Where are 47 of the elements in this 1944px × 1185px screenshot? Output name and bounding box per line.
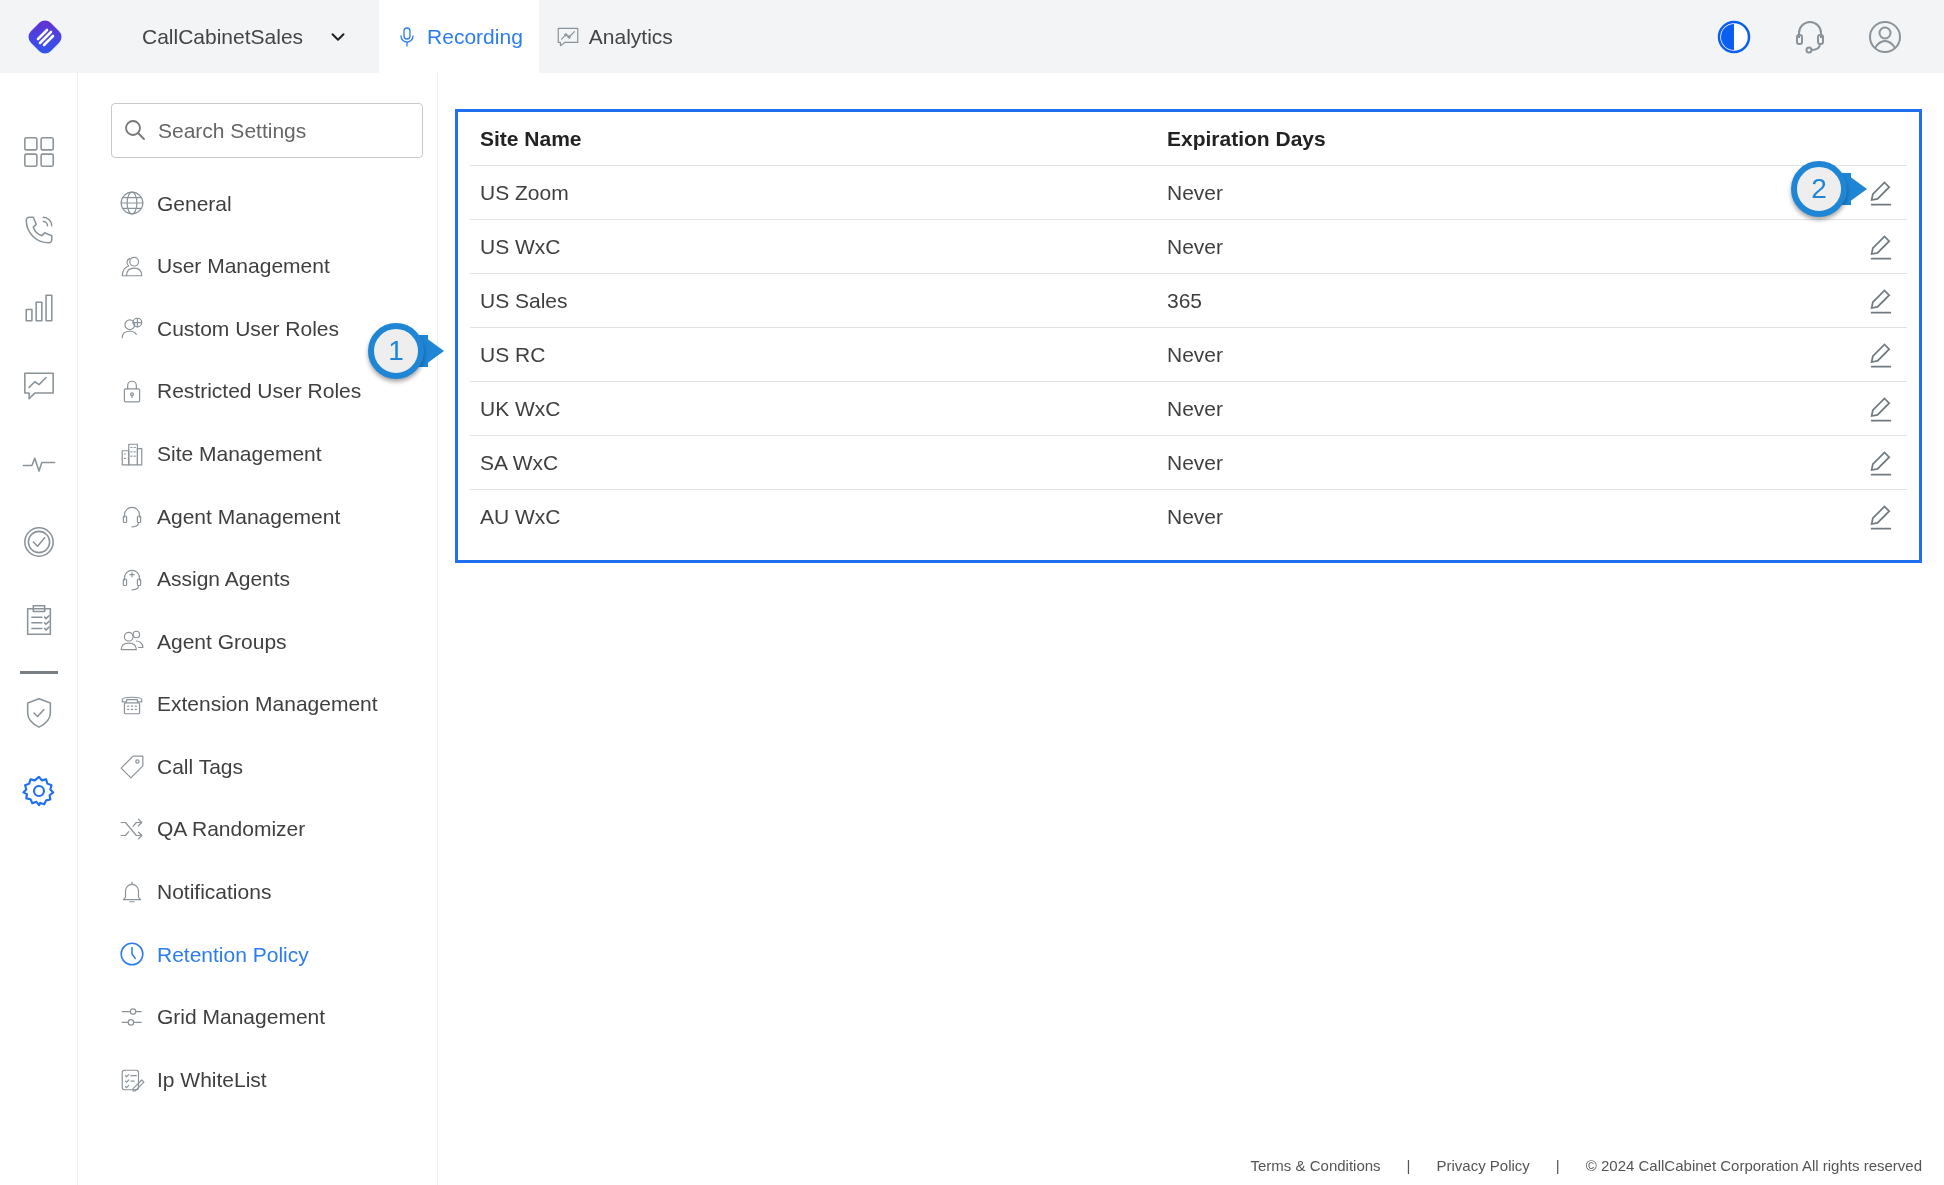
search-icon (123, 118, 147, 142)
separator: | (1406, 1155, 1411, 1176)
settings-menu-item[interactable]: Agent Groups (111, 610, 293, 673)
settings-menu-item[interactable]: Ip WhiteList (111, 1048, 273, 1111)
settings-menu-item[interactable]: Agent Management (111, 484, 347, 548)
column-header: Expiration Days (1167, 125, 1326, 152)
table-cell-text: Never (1167, 395, 1224, 422)
settings-menu-item[interactable]: Site Management (111, 422, 328, 485)
table-cell-text: 365 (1167, 287, 1203, 314)
workspace-dropdown[interactable]: CallCabinetSales (142, 20, 350, 53)
nav-tab[interactable]: Recording (379, 0, 539, 73)
table-cell-text: US RC (479, 341, 547, 368)
table-cell-text: Never (1167, 449, 1224, 476)
search-field[interactable]: Search Settings (111, 103, 423, 158)
settings-menu-item[interactable]: Notifications (111, 860, 278, 924)
table-cell-text: Never (1167, 179, 1224, 206)
settings-menu-item[interactable]: QA Randomizer (111, 797, 312, 861)
table-cell-text: SA WxC (479, 449, 560, 476)
table-cell-text: Never (1167, 504, 1224, 531)
footer-link[interactable]: Privacy Policy (1436, 1154, 1530, 1177)
clock-icon (119, 941, 145, 968)
table-cell-text: US Sales (479, 287, 569, 314)
settings-menu-item[interactable]: Custom User Roles (111, 297, 346, 360)
table-cell-text: US Zoom (479, 179, 570, 206)
table-cell-text: Never (1167, 341, 1224, 368)
copyright-text: © 2024 CallCabinet Corporation All rights reserved (1585, 1155, 1922, 1176)
user-avatar-icon[interactable] (1868, 19, 1902, 54)
table-cell-text: US WxC (479, 233, 562, 260)
column-header: Site Name (479, 125, 583, 152)
globe-icon (119, 190, 145, 217)
headset-icon[interactable] (1794, 18, 1826, 55)
table-cell-text: AU WxC (479, 504, 562, 531)
footer-link[interactable]: Terms & Conditions (1250, 1154, 1381, 1177)
tag-icon (119, 753, 145, 780)
settings-menu-item[interactable]: Extension Management (111, 672, 384, 736)
table-cell-text: UK WxC (479, 395, 562, 422)
settings-menu-item[interactable]: Assign Agents (111, 547, 297, 611)
settings-menu-item[interactable]: Retention Policy (111, 923, 315, 986)
nav-tab[interactable]: Analytics (538, 0, 689, 73)
settings-menu-item[interactable]: Call Tags (111, 735, 249, 798)
settings-menu-item[interactable]: General (111, 172, 238, 235)
settings-menu-item[interactable]: User Management (111, 234, 336, 298)
settings-menu-item[interactable]: Grid Management (111, 985, 332, 1049)
separator: | (1555, 1155, 1560, 1176)
table-cell-text: Never (1167, 233, 1224, 260)
settings-menu-item[interactable]: Restricted User Roles (111, 359, 368, 423)
contrast-toggle-icon[interactable] (1716, 18, 1752, 55)
